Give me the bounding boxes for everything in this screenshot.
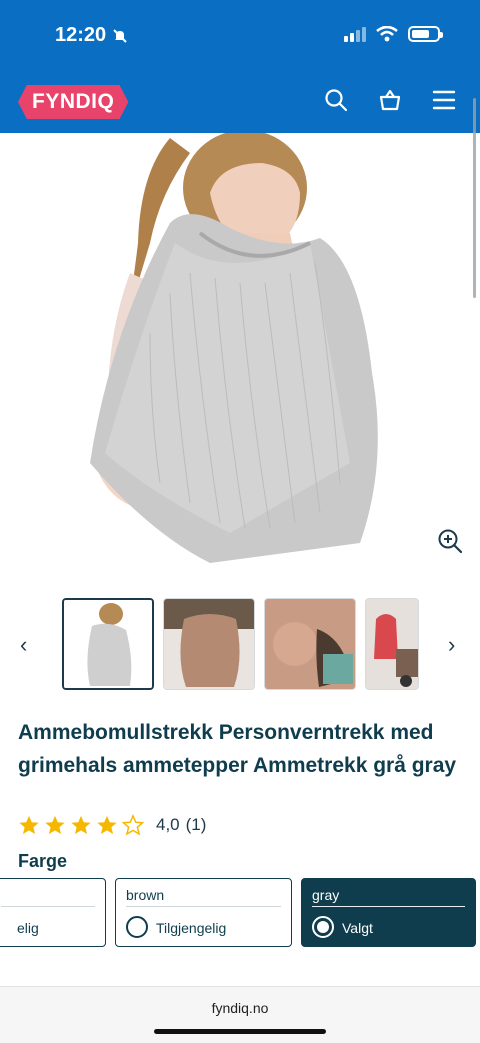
zoom-in-icon[interactable] bbox=[437, 528, 463, 554]
variant-status: elig bbox=[17, 920, 39, 936]
bell-muted-icon bbox=[113, 28, 127, 43]
fyndiq-logo[interactable]: FYNDIQ bbox=[18, 85, 129, 119]
chevron-right-icon[interactable]: › bbox=[448, 632, 455, 658]
search-icon[interactable] bbox=[324, 88, 348, 112]
menu-icon[interactable] bbox=[432, 89, 456, 111]
page-scroll-indicator bbox=[473, 98, 476, 298]
variant-name: brown bbox=[126, 887, 165, 903]
top-bar: 12:20 FYNDIQ bbox=[0, 0, 480, 133]
review-count: (1) bbox=[185, 815, 207, 834]
star-filled-icon bbox=[19, 815, 39, 834]
color-option-gray[interactable]: gray Valgt bbox=[301, 878, 476, 947]
thumbnail-2[interactable] bbox=[163, 598, 255, 690]
status-time: 12:20 bbox=[55, 24, 128, 47]
chevron-left-icon[interactable]: ‹ bbox=[20, 632, 27, 658]
radio-unselected-icon[interactable] bbox=[126, 916, 148, 938]
star-filled-icon bbox=[97, 815, 117, 834]
product-title: Ammebomullstrekk Personverntrekk med gri… bbox=[18, 721, 457, 777]
variant-status: Tilgjengelig bbox=[156, 920, 227, 936]
color-option-brown[interactable]: brown Tilgjengelig bbox=[115, 878, 292, 947]
star-filled-icon bbox=[71, 815, 91, 834]
variant-status: Valgt bbox=[342, 920, 373, 936]
thumbnail-4[interactable] bbox=[365, 598, 419, 690]
status-icons bbox=[344, 26, 443, 42]
star-filled-icon bbox=[45, 815, 65, 834]
thumbnail-1[interactable] bbox=[62, 598, 154, 690]
wifi-icon bbox=[376, 26, 398, 42]
battery-icon bbox=[408, 26, 443, 42]
basket-icon[interactable] bbox=[378, 88, 402, 112]
home-indicator[interactable] bbox=[154, 1029, 326, 1034]
cell-signal-icon bbox=[344, 26, 366, 42]
product-rating[interactable]: 4,0 (1) bbox=[18, 814, 206, 836]
product-main-image[interactable] bbox=[0, 133, 480, 571]
variant-name: gray bbox=[312, 887, 340, 903]
browser-bottom-bar: fyndiq.no bbox=[0, 986, 480, 1043]
color-section-label: Farge bbox=[18, 851, 68, 871]
clock-text: 12:20 bbox=[55, 24, 107, 46]
radio-selected-icon[interactable] bbox=[312, 916, 334, 938]
thumbnail-carousel: ‹ › bbox=[0, 596, 480, 694]
rating-value: 4,0 bbox=[156, 815, 180, 834]
thumbnail-3[interactable] bbox=[264, 598, 356, 690]
color-option-partial[interactable]: elig bbox=[0, 878, 106, 947]
star-empty-icon bbox=[122, 814, 144, 836]
url-label[interactable]: fyndiq.no bbox=[0, 1000, 480, 1016]
